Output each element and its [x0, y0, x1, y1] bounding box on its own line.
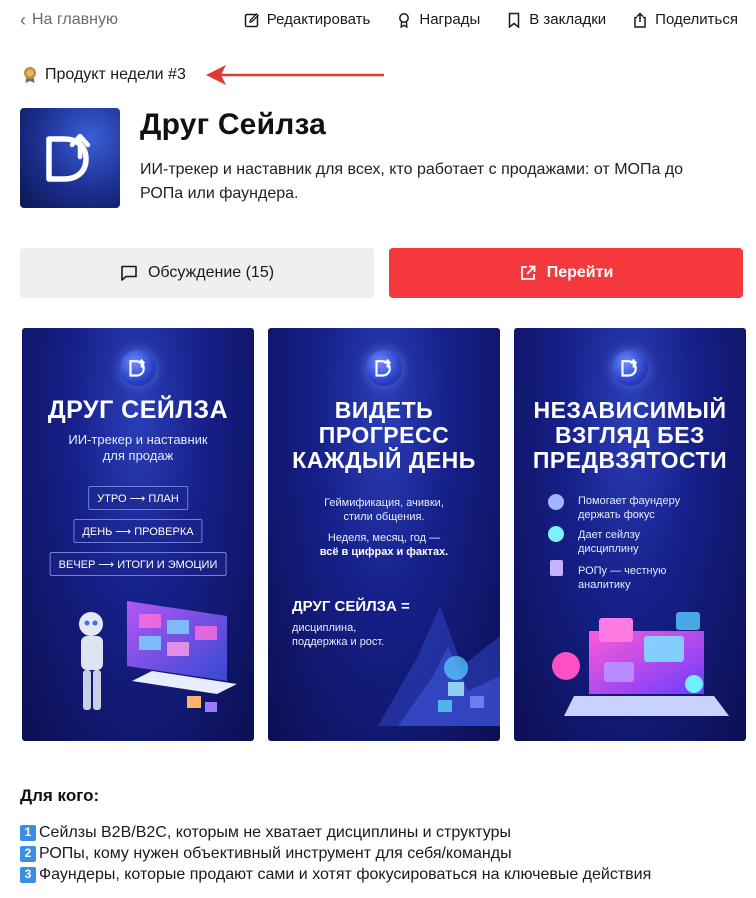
card-logo-icon [366, 350, 402, 386]
product-title: Друг Сейлза [140, 108, 327, 141]
list-item-text: РОПы, кому нужен объективный инструмент … [39, 845, 512, 862]
product-logo [20, 108, 120, 208]
card2-text-3: Неделя, месяц, год — [327, 532, 441, 544]
bookmark-button[interactable]: В закладки [506, 11, 606, 28]
card-logo-icon [120, 350, 156, 386]
top-nav: ‹ На главную Редактировать Награды В зак… [0, 0, 756, 42]
card3-title-1: НЕЗАВИСИМЫЙ [533, 397, 727, 423]
bookmark-icon [508, 12, 520, 28]
go-button[interactable]: Перейти [389, 248, 743, 298]
gallery-image-2[interactable]: ВИДЕТЬ ПРОГРЕСС КАЖДЫЙ ДЕНЬ Геймификация… [268, 328, 500, 741]
badge-label: Продукт недели #3 [45, 66, 186, 83]
gallery-image-1[interactable]: ДРУГ СЕЙЛЗА ИИ-трекер и наставник для пр… [22, 328, 254, 741]
card3-item1-line2: держать фокус [578, 509, 655, 521]
card3-item3-line1: РОПу — честную [578, 565, 667, 577]
card1-pill-3: ВЕЧЕР ⟶ ИТОГИ И ЭМОЦИИ [49, 552, 227, 576]
card3-title-2: ВЗГЛЯД БЕЗ [555, 422, 705, 448]
card1-title: ДРУГ СЕЙЛЗА [47, 396, 229, 424]
awards-button-label: Награды [419, 11, 481, 28]
comment-icon [121, 265, 137, 281]
edit-button[interactable]: Редактировать [244, 11, 371, 28]
chevron-left-icon: ‹ [20, 10, 26, 30]
laptop-illustration [552, 612, 729, 716]
edit-button-label: Редактировать [266, 11, 371, 28]
share-button[interactable]: Поделиться [632, 11, 738, 28]
discussion-button-label: Обсуждение (15) [147, 264, 275, 281]
number-1-icon: 1 [20, 824, 36, 841]
gallery-image-3[interactable]: НЕЗАВИСИМЫЙ ВЗГЛЯД БЕЗ ПРЕДВЗЯТОСТИ Помо… [514, 328, 746, 741]
list-item-text: Сейлзы B2B/B2C, которым не хватает дисци… [39, 824, 511, 841]
card2-text-4: всё в цифрах и фактах. [319, 546, 449, 558]
card2-title-3: КАЖДЫЙ ДЕНЬ [292, 447, 476, 473]
number-2-icon: 2 [20, 845, 36, 862]
card1-pill-2: ДЕНЬ ⟶ ПРОВЕРКА [73, 519, 203, 543]
card3-item2-line1: Дает сейлзу [578, 529, 641, 541]
card3-item1-line1: Помогает фаундеру [578, 495, 681, 507]
card2-footer-1: дисциплина, [292, 622, 357, 634]
for-who-heading: Для кого: [20, 786, 100, 805]
product-logo-icon [46, 133, 91, 182]
mountain-illustration [378, 606, 500, 726]
medal-icon [24, 67, 36, 83]
list-item-text: Фаундеры, которые продают сами и хотят ф… [39, 866, 652, 883]
product-of-week-badge: Продукт недели #3 [22, 66, 186, 84]
card1-subtitle-1: ИИ-трекер и наставник [68, 432, 208, 447]
list-item: 3 Фаундеры, которые продают сами и хотят… [20, 864, 740, 885]
card3-item2-line2: дисциплину [578, 543, 639, 555]
list-item: 1 Сейлзы B2B/B2C, которым не хватает дис… [20, 822, 740, 843]
product-description: ИИ-трекер и наставник для всех, кто рабо… [140, 161, 684, 202]
card2-title-2: ПРОГРЕСС [318, 422, 450, 448]
number-3-icon: 3 [20, 866, 36, 883]
discussion-button[interactable]: Обсуждение (15) [20, 248, 374, 298]
for-who-list: 1 Сейлзы B2B/B2C, которым не хватает дис… [20, 822, 740, 885]
card2-text-2: стили общения. [343, 511, 425, 523]
card2-title-1: ВИДЕТЬ [334, 397, 434, 423]
card1-subtitle-2: для продаж [102, 448, 174, 463]
award-icon [399, 12, 410, 28]
back-link[interactable]: ‹ На главную [20, 11, 118, 29]
card2-footer-title: ДРУГ СЕЙЛЗА = [292, 598, 410, 615]
list-item: 2 РОПы, кому нужен объективный инструмен… [20, 843, 740, 864]
action-bar: Редактировать Награды В закладки Поделит… [244, 11, 738, 28]
arrow-annotation [206, 65, 384, 85]
discipline-icon [548, 526, 564, 542]
edit-icon [244, 12, 259, 27]
bookmark-button-label: В закладки [529, 11, 607, 28]
card3-item3-line2: аналитику [578, 579, 631, 591]
back-link-label: На главную [32, 11, 118, 28]
card2-text-1: Геймификация, ачивки, [324, 497, 444, 509]
go-button-label: Перейти [546, 264, 614, 281]
share-button-label: Поделиться [655, 11, 738, 28]
robot-illustration [79, 601, 237, 712]
external-link-icon [520, 265, 536, 280]
card2-footer-2: поддержка и рост. [292, 636, 385, 648]
card3-title-3: ПРЕДВЗЯТОСТИ [532, 447, 728, 473]
awards-button[interactable]: Награды [396, 11, 480, 28]
analytics-icon [550, 560, 563, 576]
card1-pill-1: УТРО ⟶ ПЛАН [88, 486, 188, 510]
share-icon [634, 11, 646, 28]
focus-icon [548, 494, 564, 510]
card-logo-icon [612, 350, 648, 386]
